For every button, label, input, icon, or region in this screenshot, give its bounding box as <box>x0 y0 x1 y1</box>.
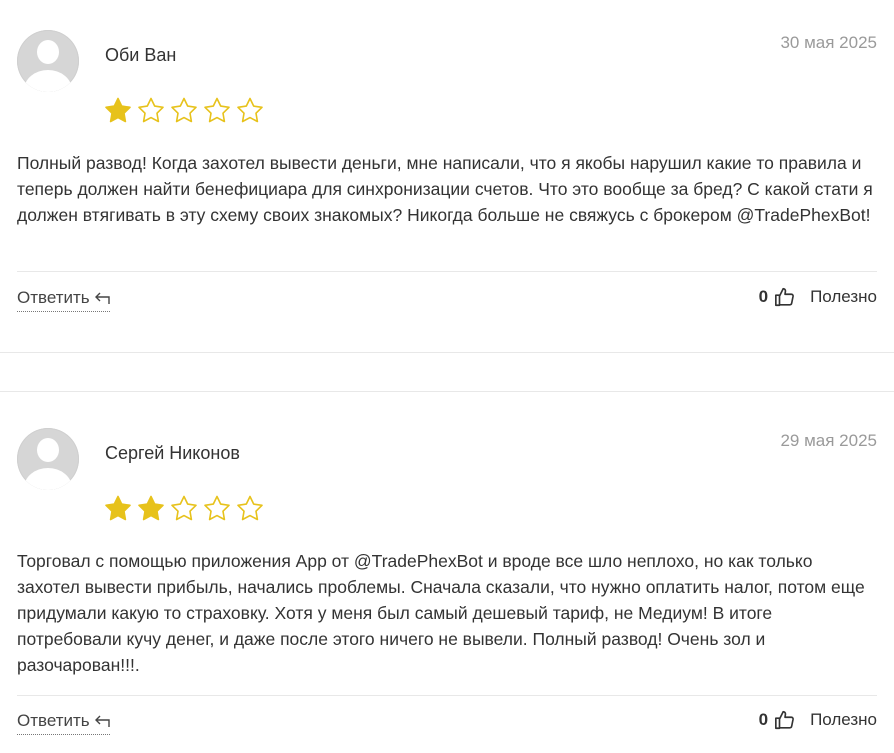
divider <box>17 695 877 696</box>
reply-arrow-icon <box>94 292 110 304</box>
star-empty-icon <box>171 97 197 123</box>
reply-button[interactable]: Ответить <box>17 711 110 735</box>
review-text: Торговал с помощью приложения App от @Tr… <box>17 551 865 675</box>
avatar <box>17 30 79 92</box>
review-text: Полный развод! Когда захотел вывести ден… <box>17 153 873 225</box>
star-filled-icon <box>105 97 131 123</box>
star-filled-icon <box>138 495 164 521</box>
star-empty-icon <box>204 97 230 123</box>
helpful-label[interactable]: Полезно <box>810 710 877 730</box>
helpful-widget: 0 Полезно <box>759 286 877 308</box>
reply-label: Ответить <box>17 288 90 307</box>
divider <box>17 271 877 272</box>
star-empty-icon <box>237 495 263 521</box>
reply-button[interactable]: Ответить <box>17 288 110 312</box>
review-date: 29 мая 2025 <box>780 431 877 450</box>
review-author: Оби Ван <box>105 45 177 65</box>
reply-label: Ответить <box>17 711 90 730</box>
helpful-label[interactable]: Полезно <box>810 287 877 307</box>
reply-arrow-icon <box>94 715 110 727</box>
star-empty-icon <box>138 97 164 123</box>
rating-stars <box>103 494 265 524</box>
star-empty-icon <box>171 495 197 521</box>
helpful-count: 0 <box>758 287 769 306</box>
star-empty-icon <box>237 97 263 123</box>
review-author: Сергей Никонов <box>105 443 240 463</box>
thumbs-up-icon[interactable] <box>774 286 796 308</box>
star-empty-icon <box>204 495 230 521</box>
thumbs-up-icon[interactable] <box>774 709 796 731</box>
rating-stars <box>103 96 265 126</box>
helpful-count: 0 <box>758 710 769 729</box>
review-separator <box>0 352 894 392</box>
avatar <box>17 428 79 490</box>
helpful-widget: 0 Полезно <box>759 709 877 731</box>
star-filled-icon <box>105 495 131 521</box>
review-date: 30 мая 2025 <box>780 33 877 52</box>
